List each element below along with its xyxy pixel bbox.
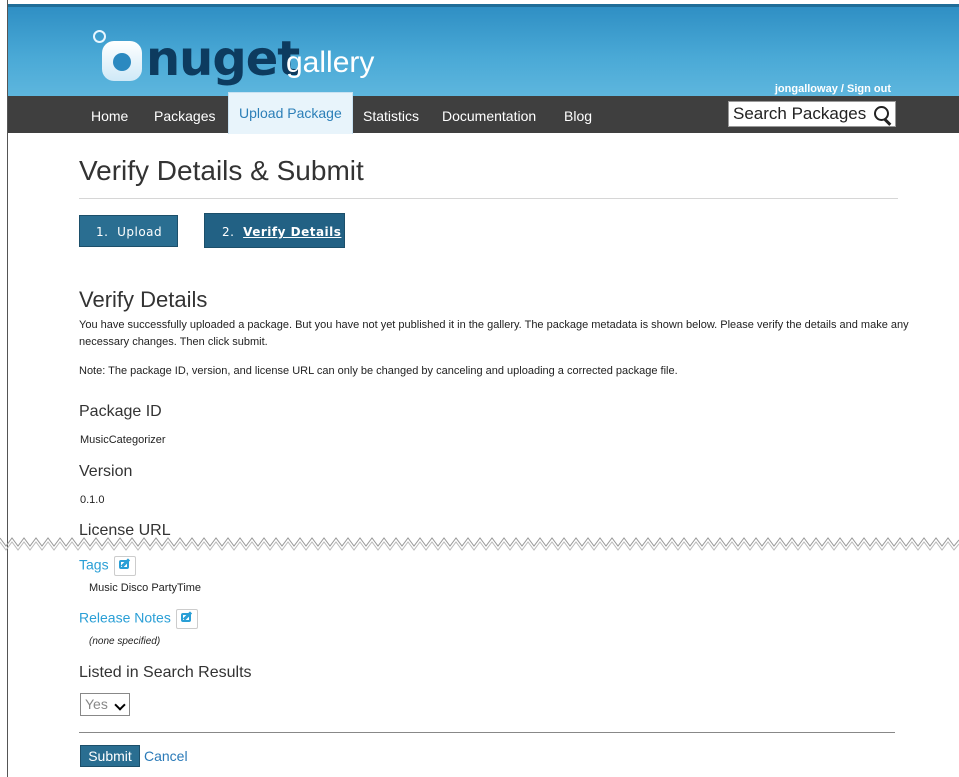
release-notes-edit-button[interactable] (175, 609, 198, 629)
step-verify-details[interactable]: 2. Verify Details (204, 213, 345, 248)
chevron-down-icon (114, 699, 126, 711)
nav-upload-package[interactable]: Upload Package (228, 92, 353, 134)
tags-value: Music Disco PartyTime (89, 582, 202, 594)
nav-packages[interactable]: Packages (154, 96, 215, 133)
cancel-link[interactable]: Cancel (144, 748, 188, 764)
release-notes-label: Release Notes (79, 609, 171, 626)
logo-ball-icon (102, 41, 142, 81)
tags-edit-link[interactable]: Tags (79, 556, 136, 576)
sign-out-link[interactable]: Sign out (847, 83, 891, 95)
package-id-value: MusicCategorizer (80, 434, 166, 446)
nav-documentation[interactable]: Documentation (442, 96, 536, 133)
version-value: 0.1.0 (80, 494, 105, 506)
listed-select-value: Yes (85, 696, 108, 712)
tags-edit-button[interactable] (113, 556, 136, 576)
nav-statistics[interactable]: Statistics (363, 96, 419, 133)
note-text: Note: The package ID, version, and licen… (79, 365, 678, 377)
listed-select[interactable]: Yes (80, 693, 130, 716)
title-divider (79, 198, 898, 199)
logo-dot-icon (93, 30, 106, 43)
nav-blog[interactable]: Blog (564, 96, 592, 133)
edit-icon (180, 613, 191, 622)
section-title: Verify Details (79, 287, 208, 312)
listed-label: Listed in Search Results (79, 664, 252, 681)
release-notes-edit-link[interactable]: Release Notes (79, 609, 198, 629)
search-placeholder: Search Packages (733, 104, 867, 123)
step-label: Upload (117, 225, 163, 239)
package-id-label: Package ID (79, 403, 162, 420)
tags-label: Tags (79, 556, 109, 573)
user-links: jongalloway / Sign out (775, 83, 891, 95)
step-label: Verify Details (243, 225, 342, 239)
torn-edge-divider (0, 537, 959, 551)
search-input[interactable]: Search Packages (728, 101, 896, 127)
form-divider (79, 732, 895, 733)
intro-text: You have successfully uploaded a package… (79, 319, 909, 348)
user-separator: / (837, 83, 847, 95)
search-icon[interactable] (874, 106, 889, 121)
version-label: Version (79, 463, 133, 480)
step-upload[interactable]: 1. Upload (79, 215, 178, 247)
page-title: Verify Details & Submit (79, 155, 364, 186)
username-link[interactable]: jongalloway (775, 83, 838, 95)
edit-icon (118, 560, 129, 569)
site-header: nuget gallery jongalloway / Sign out (8, 4, 959, 99)
logo-text: nuget (146, 31, 300, 87)
step-number: 1. (96, 225, 109, 239)
submit-button[interactable]: Submit (80, 745, 140, 767)
step-number: 2. (222, 225, 235, 239)
release-notes-value: (none specified) (89, 636, 161, 647)
nav-home[interactable]: Home (91, 96, 128, 133)
logo-subtitle: gallery (286, 46, 375, 79)
